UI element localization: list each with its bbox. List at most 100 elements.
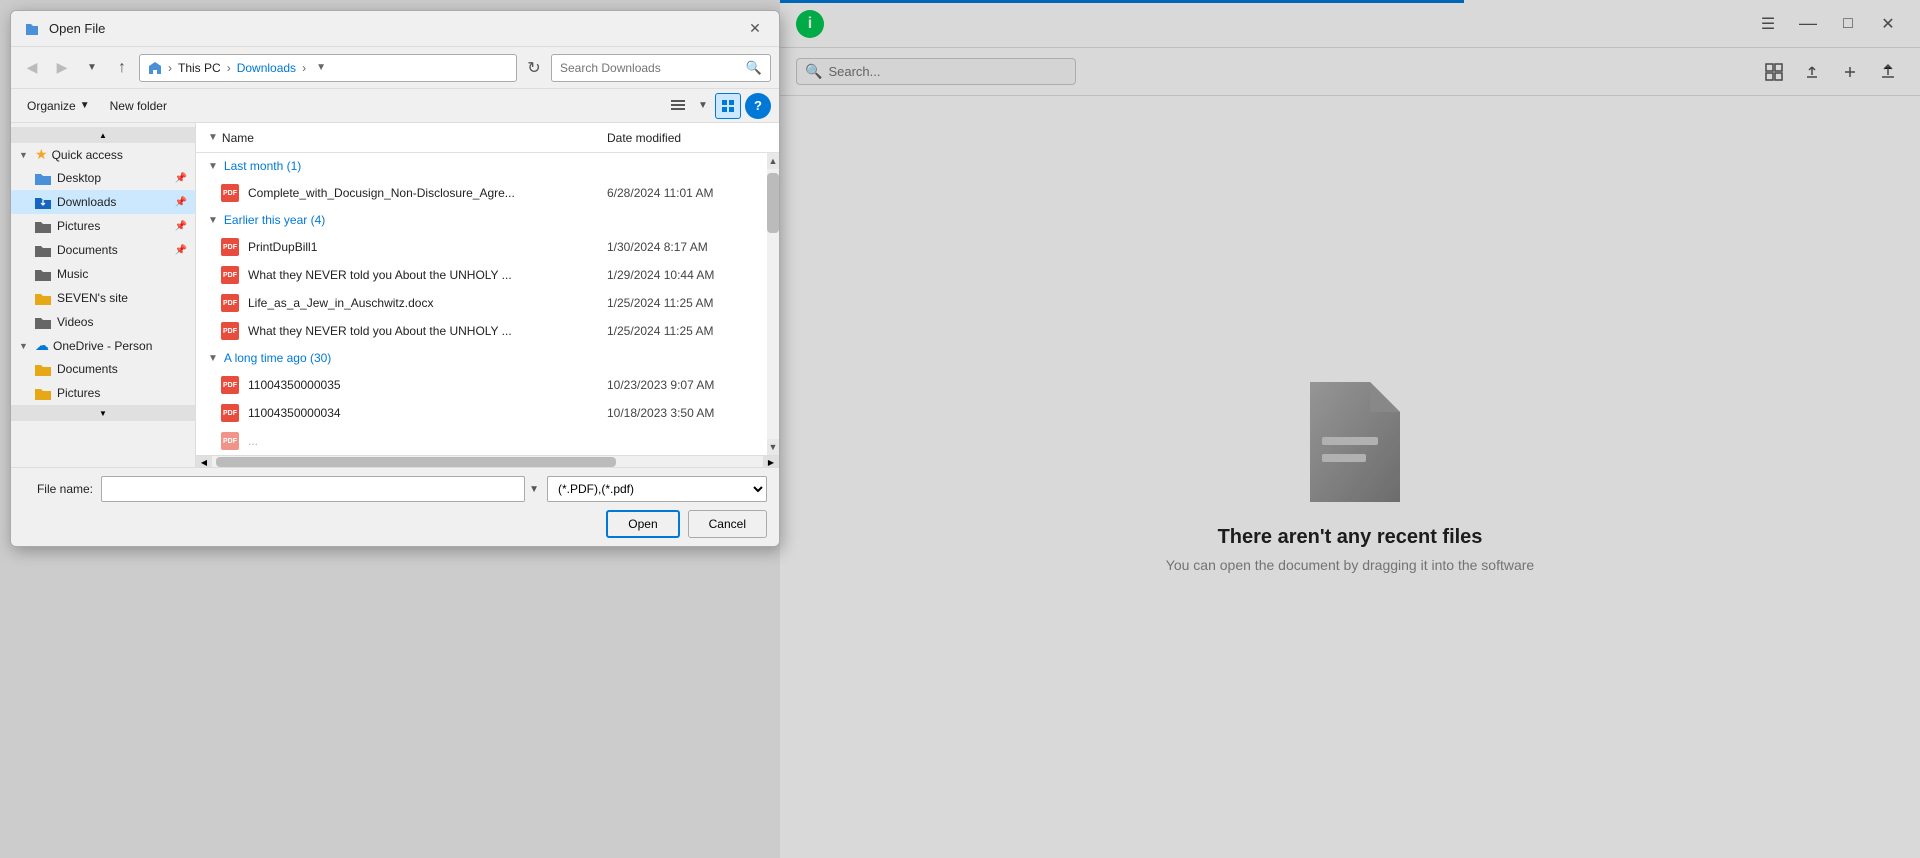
sidebar-scroll-up[interactable]: ▲ bbox=[11, 127, 195, 143]
file-row[interactable]: PDF Complete_with_Docusign_Non-Disclosur… bbox=[196, 179, 779, 207]
group-earlier-header[interactable]: ▼ Earlier this year (4) bbox=[196, 207, 779, 233]
view-toggle-button[interactable] bbox=[715, 93, 741, 119]
onedrive-icon: ☁ bbox=[35, 337, 49, 354]
help-button[interactable]: ? bbox=[745, 93, 771, 119]
path-downloads[interactable]: Downloads bbox=[237, 61, 296, 75]
cancel-button[interactable]: Cancel bbox=[688, 510, 767, 538]
file-name-7: ... bbox=[248, 434, 599, 448]
pictures-folder-icon bbox=[35, 218, 51, 234]
sidebar-item-od-pictures[interactable]: Pictures bbox=[11, 381, 195, 405]
file-name-input-wrap: ▼ bbox=[101, 476, 539, 502]
file-list-scroll[interactable]: ▼ Last month (1) PDF Complete_with_Docus… bbox=[196, 153, 779, 455]
vertical-scrollbar[interactable]: ▲ ▼ bbox=[767, 153, 779, 455]
quick-access-label: Quick access bbox=[52, 148, 123, 162]
dialog-buttons: Open Cancel bbox=[23, 510, 767, 538]
sidebar-onedrive-header[interactable]: ▼ ☁ OneDrive - Person bbox=[11, 334, 195, 357]
sidebar-item-music[interactable]: Music bbox=[11, 262, 195, 286]
col-date[interactable]: Date modified bbox=[607, 131, 767, 145]
file-name-4: What they NEVER told you About the UNHOL… bbox=[248, 324, 599, 338]
file-list-area: ▼ Name Date modified ▼ Last month (1) PD… bbox=[196, 123, 779, 467]
path-separator-3: › bbox=[302, 61, 306, 75]
file-name-label: File name: bbox=[23, 482, 93, 496]
sidebar-od-documents-label: Documents bbox=[57, 362, 118, 376]
new-folder-button[interactable]: New folder bbox=[102, 96, 175, 116]
dialog-toolbar: Organize ▼ New folder ▼ ? bbox=[11, 89, 779, 123]
videos-folder-icon bbox=[35, 314, 51, 330]
vscroll-up-button[interactable]: ▲ bbox=[767, 153, 779, 169]
group-expand-icon-3: ▼ bbox=[208, 353, 218, 364]
open-button[interactable]: Open bbox=[606, 510, 679, 538]
file-row[interactable]: PDF What they NEVER told you About the U… bbox=[196, 261, 779, 289]
pdf-icon-4: PDF bbox=[220, 321, 240, 341]
file-row[interactable]: PDF What they NEVER told you About the U… bbox=[196, 317, 779, 345]
hscroll-left-button[interactable]: ◀ bbox=[196, 456, 212, 467]
group-last-month-header[interactable]: ▼ Last month (1) bbox=[196, 153, 779, 179]
pdf-icon-0: PDF bbox=[220, 183, 240, 203]
path-dropdown-button[interactable]: ▼ bbox=[312, 59, 330, 77]
horizontal-scrollbar[interactable]: ◀ ▶ bbox=[196, 455, 779, 467]
file-name-dropdown-icon[interactable]: ▼ bbox=[529, 484, 539, 495]
sidebar-item-videos[interactable]: Videos bbox=[11, 310, 195, 334]
view-options-button[interactable] bbox=[665, 93, 691, 119]
sidebar-item-downloads[interactable]: Downloads 📌 bbox=[11, 190, 195, 214]
path-this-pc[interactable]: This PC bbox=[178, 61, 221, 75]
sidebar-item-desktop[interactable]: Desktop 📌 bbox=[11, 166, 195, 190]
sidebar-item-documents[interactable]: Documents 📌 bbox=[11, 238, 195, 262]
file-row[interactable]: PDF Life_as_a_Jew_in_Auschwitz.docx 1/25… bbox=[196, 289, 779, 317]
sidebar-item-pictures[interactable]: Pictures 📌 bbox=[11, 214, 195, 238]
file-date-5: 10/23/2023 9:07 AM bbox=[607, 378, 767, 392]
refresh-button[interactable]: ↻ bbox=[521, 55, 547, 81]
vscroll-thumb[interactable] bbox=[767, 173, 779, 233]
pdf-icon-3: PDF bbox=[220, 293, 240, 313]
dialog-body: ▲ ▼ ★ Quick access Desktop 📌 Downloads � bbox=[11, 123, 779, 467]
organize-dropdown-icon: ▼ bbox=[80, 100, 90, 111]
sidebar-pictures-label: Pictures bbox=[57, 219, 100, 233]
file-name-input[interactable] bbox=[101, 476, 525, 502]
view-dropdown-button[interactable]: ▼ bbox=[695, 93, 711, 119]
dialog-close-button[interactable]: ✕ bbox=[743, 17, 767, 41]
file-date-4: 1/25/2024 11:25 AM bbox=[607, 324, 767, 338]
vscroll-down-button[interactable]: ▼ bbox=[767, 439, 779, 455]
address-bar[interactable]: › This PC › Downloads › ▼ bbox=[139, 54, 517, 82]
search-downloads-input[interactable] bbox=[560, 61, 742, 75]
search-box: 🔍 bbox=[551, 54, 771, 82]
organize-button[interactable]: Organize ▼ bbox=[19, 96, 98, 116]
file-row[interactable]: PDF 11004350000035 10/23/2023 9:07 AM bbox=[196, 371, 779, 399]
pdf-icon-5: PDF bbox=[220, 375, 240, 395]
file-name-3: Life_as_a_Jew_in_Auschwitz.docx bbox=[248, 296, 599, 310]
file-row[interactable]: PDF ... bbox=[196, 427, 779, 455]
documents-pin-icon: 📌 bbox=[175, 245, 187, 256]
sidebar-quick-access-header[interactable]: ▼ ★ Quick access bbox=[11, 143, 195, 166]
file-name-0: Complete_with_Docusign_Non-Disclosure_Ag… bbox=[248, 186, 599, 200]
sidebar-item-seven-site[interactable]: SEVEN's site bbox=[11, 286, 195, 310]
file-date-1: 1/30/2024 8:17 AM bbox=[607, 240, 767, 254]
dropdown-recent-button[interactable]: ▼ bbox=[79, 55, 105, 81]
search-glass-icon: 🔍 bbox=[746, 60, 762, 76]
pictures-pin-icon: 📌 bbox=[175, 221, 187, 232]
col-name-down-icon: ▼ bbox=[208, 132, 218, 143]
file-row[interactable]: PDF PrintDupBill1 1/30/2024 8:17 AM bbox=[196, 233, 779, 261]
quick-access-star-icon: ★ bbox=[35, 146, 48, 163]
sidebar-videos-label: Videos bbox=[57, 315, 93, 329]
group-expand-icon-2: ▼ bbox=[208, 215, 218, 226]
up-directory-button[interactable]: ↑ bbox=[109, 55, 135, 81]
pdf-icon-6: PDF bbox=[220, 403, 240, 423]
file-row[interactable]: PDF 11004350000034 10/18/2023 3:50 AM bbox=[196, 399, 779, 427]
hscroll-thumb[interactable] bbox=[216, 457, 616, 467]
file-type-select[interactable]: (*.PDF),(*.pdf) bbox=[547, 476, 767, 502]
sidebar-downloads-label: Downloads bbox=[57, 195, 116, 209]
group-longtime-header[interactable]: ▼ A long time ago (30) bbox=[196, 345, 779, 371]
file-name-row: File name: ▼ (*.PDF),(*.pdf) bbox=[23, 476, 767, 502]
file-name-6: 11004350000034 bbox=[248, 406, 599, 420]
sidebar-scroll-down[interactable]: ▼ bbox=[11, 405, 195, 421]
organize-label: Organize bbox=[27, 99, 76, 113]
sidebar-documents-label: Documents bbox=[57, 243, 118, 257]
sidebar-item-od-documents[interactable]: Documents bbox=[11, 357, 195, 381]
pdf-icon-7: PDF bbox=[220, 431, 240, 451]
col-name[interactable]: Name bbox=[222, 131, 607, 145]
back-button[interactable]: ◀ bbox=[19, 55, 45, 81]
group-last-month-label: Last month (1) bbox=[224, 159, 301, 173]
file-date-2: 1/29/2024 10:44 AM bbox=[607, 268, 767, 282]
hscroll-right-button[interactable]: ▶ bbox=[763, 456, 779, 467]
forward-button[interactable]: ▶ bbox=[49, 55, 75, 81]
